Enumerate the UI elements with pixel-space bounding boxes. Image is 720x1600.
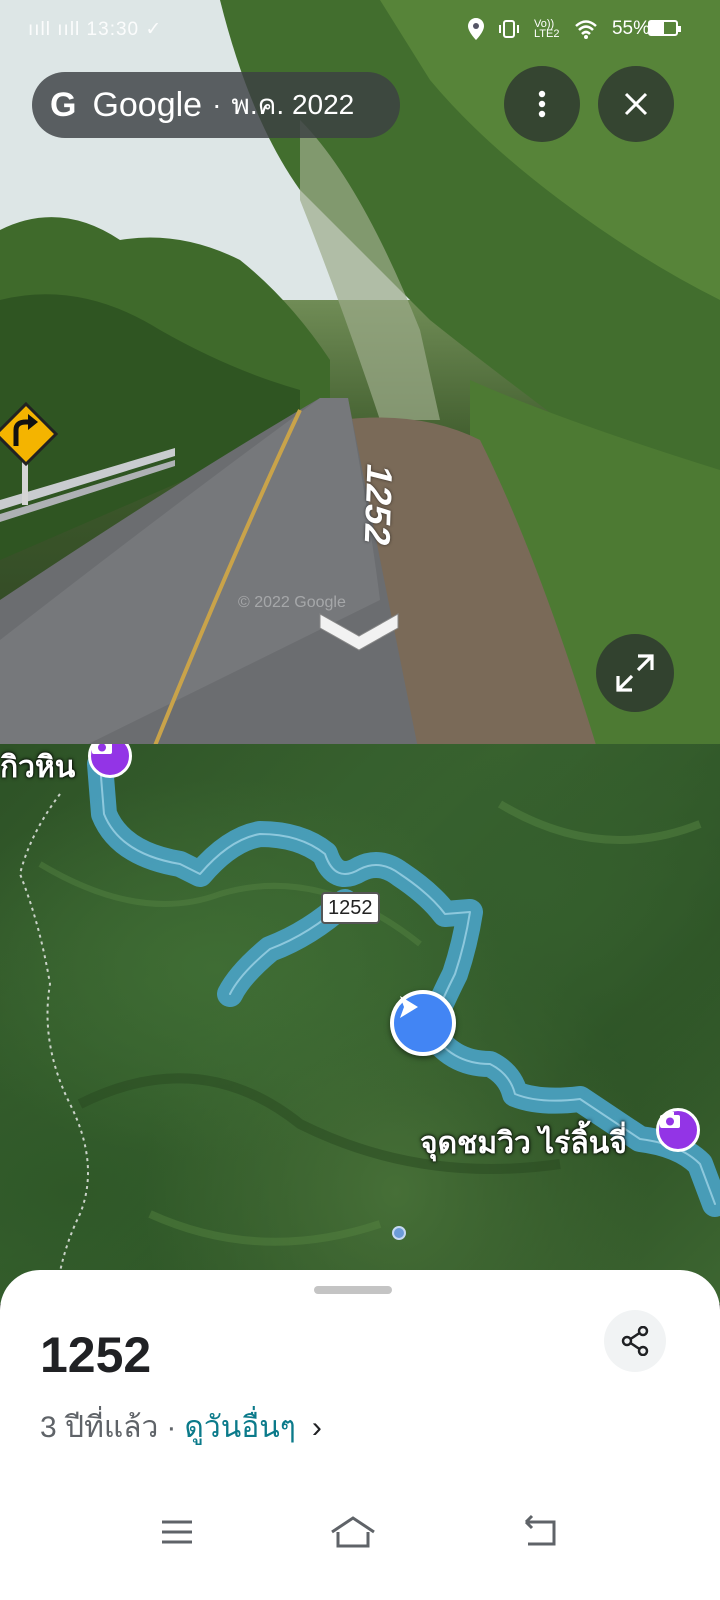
street-view-position-marker[interactable] xyxy=(390,990,456,1056)
status-signal-time: ııll ııll 13:30 ✓ xyxy=(28,19,163,40)
expand-button[interactable] xyxy=(596,634,674,712)
attribution-separator: · xyxy=(212,89,222,120)
google-g-logo: G xyxy=(50,85,77,124)
share-button[interactable] xyxy=(604,1310,666,1372)
bottom-sheet[interactable]: 1252 3 ปีที่แล้ว · ดูวันอื่นๆ › xyxy=(0,1270,720,1600)
map-label-viewpoint[interactable]: จุดชมวิว ไร่ลิ้นจี่ xyxy=(420,1120,627,1167)
status-bar: ııll ııll 13:30 ✓ Vo)) LTE2 55% xyxy=(0,0,720,60)
imagery-age: 3 ปีที่แล้ว xyxy=(40,1411,159,1444)
system-nav-bar xyxy=(0,1502,720,1572)
location-icon xyxy=(467,18,484,40)
road-number-overlay: 1252 xyxy=(356,460,401,551)
recent-apps-icon[interactable] xyxy=(152,1512,202,1552)
route-shield: 1252 xyxy=(321,892,380,924)
network-badge: Vo)) LTE2 xyxy=(533,18,560,40)
back-icon[interactable] xyxy=(514,1512,564,1552)
vibrate-icon xyxy=(498,20,519,38)
more-vert-icon xyxy=(538,90,546,118)
google-brand: Google xyxy=(92,85,203,124)
wifi-icon xyxy=(575,20,597,39)
map-dot-marker[interactable] xyxy=(392,1226,406,1240)
battery-percent: 55% xyxy=(611,18,650,39)
close-icon xyxy=(624,92,648,116)
capture-date: พ.ค. 2022 xyxy=(231,89,355,120)
camera-icon xyxy=(660,1112,680,1128)
home-icon[interactable] xyxy=(328,1512,378,1552)
map-overlay xyxy=(18,751,720,1304)
navigation-arrow-icon xyxy=(400,996,418,1018)
chevron-down-icon[interactable] xyxy=(318,606,400,652)
camera-icon xyxy=(92,744,112,754)
meta-separator: · xyxy=(166,1410,177,1444)
chevron-right-icon[interactable]: › xyxy=(312,1411,322,1445)
street-view-attribution[interactable]: G Google · พ.ค. 2022 xyxy=(32,72,400,138)
place-title: 1252 xyxy=(40,1327,152,1383)
satellite-map[interactable]: กิวหิน 1252 จุดชมวิว ไร่ลิ้นจี่ xyxy=(0,744,720,1304)
share-icon xyxy=(621,1326,649,1356)
see-other-dates-link[interactable]: ดูวันอื่นๆ xyxy=(184,1404,295,1451)
imagery-meta: 3 ปีที่แล้ว · ดูวันอื่นๆ › xyxy=(40,1404,322,1451)
street-view-panorama[interactable]: ııll ııll 13:30 ✓ Vo)) LTE2 55% G Google… xyxy=(0,0,720,758)
expand-icon xyxy=(616,654,654,692)
close-button[interactable] xyxy=(598,66,674,142)
more-options-button[interactable] xyxy=(504,66,580,142)
status-icons: Vo)) LTE2 55% xyxy=(467,18,650,40)
drag-handle[interactable] xyxy=(314,1286,392,1294)
map-label-village[interactable]: กิวหิน xyxy=(0,744,75,791)
battery-icon xyxy=(648,20,681,36)
photo-poi-marker-viewpoint[interactable] xyxy=(656,1108,700,1152)
